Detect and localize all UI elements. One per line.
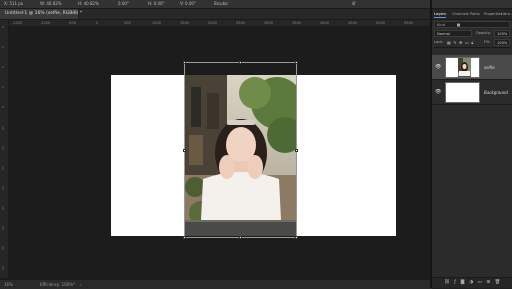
ruler-tick-label: 1500 [180,21,189,25]
transform-handle-top[interactable] [239,61,242,64]
commit-check-icon[interactable]: ✓ [352,0,358,6]
layer-thumbnail [445,57,480,78]
lock-row: Lock: ▦✎✥▭🔒︎ Fill: 100% [434,39,510,48]
ruler-tick-label: 4 [1,66,5,68]
ruler-tick-label: 24 [1,266,5,270]
free-transform-bounding-box[interactable] [183,61,298,239]
trash-icon[interactable]: 🗑︎ [495,280,505,285]
transform-handle-bottom-left[interactable] [183,236,186,239]
eye-icon[interactable]: 👁︎ [435,64,441,70]
smart-filter-icon[interactable]: ▤ [457,22,463,28]
ruler-tick-label: 8 [1,106,5,108]
ruler-tick-label: 14 [1,166,5,170]
ruler-tick-label: 3000 [264,21,273,25]
transform-handle-top-left[interactable] [183,61,186,64]
ruler-tick-label: 2000 [208,21,217,25]
layer-row-background[interactable]: 👁︎ Background [432,80,512,105]
ruler-tick-label: 5000 [376,21,385,25]
transform-handle-top-right[interactable] [295,61,298,64]
ruler-tick-label: 5500 [404,21,413,25]
link-icon[interactable]: ⛓︎ [444,280,454,285]
ruler-tick-label: 6 [1,86,5,88]
option-v-skew[interactable]: V: 0.00° [180,0,196,8]
lock-label: Lock: [434,40,444,44]
panel-tab-libra[interactable]: Libra... [501,9,512,19]
option-height[interactable]: H: 40.82% [78,0,99,8]
ruler-tick-label: 16 [1,186,5,190]
fill-label: Fill: [484,40,491,44]
option-h-skew[interactable]: H: 0.00° [148,0,165,8]
option-x[interactable]: X: 511 px [4,0,23,8]
horizontal-ruler[interactable]: -1500 -1000 -500 0 500 1000 1500 2000 2500 3000 35… [8,20,432,27]
option-width[interactable]: W: 40.82% [40,0,62,8]
opacity-field[interactable]: 100% [494,30,510,37]
close-icon[interactable]: × [70,9,74,19]
fill-field[interactable]: 100% [494,39,510,46]
opacity-label: Opacity: [476,31,491,35]
ruler-tick-label: -1500 [12,21,23,25]
ruler-tick-label: -500 [68,21,76,25]
ruler-tick-label: 0 [1,26,5,28]
layers-panel: Layers ChannelsPaths PropertiesLibra... Ki… [432,9,512,288]
options-bar: X: 511 px W: 40.82% H: 40.82% 0.00° H: 0… [0,0,512,9]
kind-filter-select[interactable]: Kind [437,22,445,28]
ruler-tick-label: 10 [1,126,5,130]
layer-name[interactable]: Background [484,80,508,105]
document-tab-bar: Untitled-1 @ 16% (selfie, RGB/8) * × [0,9,432,20]
ruler-tick-label: 2500 [236,21,245,25]
blend-row: Normal Opacity: 100% [434,30,510,38]
ruler-tick-label: 0 [96,21,99,25]
transform-handle-bottom[interactable] [239,236,242,239]
layer-thumbnail [445,82,480,103]
ruler-tick-label: 22 [1,246,5,250]
panel-tab-channels[interactable]: Channels [452,9,469,19]
panel-tab-bar: Layers ChannelsPaths PropertiesLibra... [432,9,512,20]
ruler-tick-label: 18 [1,206,5,210]
vertical-ruler[interactable]: 0 2 4 6 8 10 12 14 16 18 20 22 24 [0,20,9,278]
lock-all-icon[interactable]: 🔒︎ [471,40,476,45]
panel-tab-layers[interactable]: Layers [434,9,446,19]
ruler-tick-label: 4000 [320,21,329,25]
panel-tab-paths[interactable]: Paths [470,9,480,19]
transform-handle-bottom-right[interactable] [295,236,298,239]
document-tab[interactable]: Untitled-1 @ 16% (selfie, RGB/8) * × [0,9,82,19]
ruler-tick-label: 12 [1,146,5,150]
layer-filter-row: Kind ▣ ◐ T ▢ ▤ [434,21,510,28]
layers-panel-footer: ⛓︎ƒ◙◑▭⊞🗑︎ [432,277,512,288]
eye-icon[interactable]: 👁︎ [435,89,441,95]
blend-mode-select[interactable]: Normal [434,30,472,37]
ruler-tick-label: 500 [124,21,131,25]
new-layer-icon[interactable]: ⊞ [486,280,494,285]
ruler-tick-label: 3500 [292,21,301,25]
panel-tab-properties[interactable]: Properties [484,9,502,19]
layer-row-selfie[interactable]: 👁︎ selfie [432,55,512,80]
ruler-tick-label: -1000 [40,21,51,25]
ruler-tick-label: 20 [1,226,5,230]
layer-name[interactable]: selfie [484,55,495,80]
ruler-tick-label: 1000 [152,21,161,25]
mask-icon[interactable]: ◙ [460,280,469,285]
ruler-tick-label: 2 [1,46,5,48]
ruler-tick-label: 4500 [348,21,357,25]
transform-handle-left[interactable] [183,149,186,152]
adjustment-icon[interactable]: ◑ [469,280,477,285]
option-interpolation[interactable]: Bicubic [214,0,228,8]
transform-handle-right[interactable] [295,149,298,152]
option-rotate[interactable]: 0.00° [118,0,129,8]
